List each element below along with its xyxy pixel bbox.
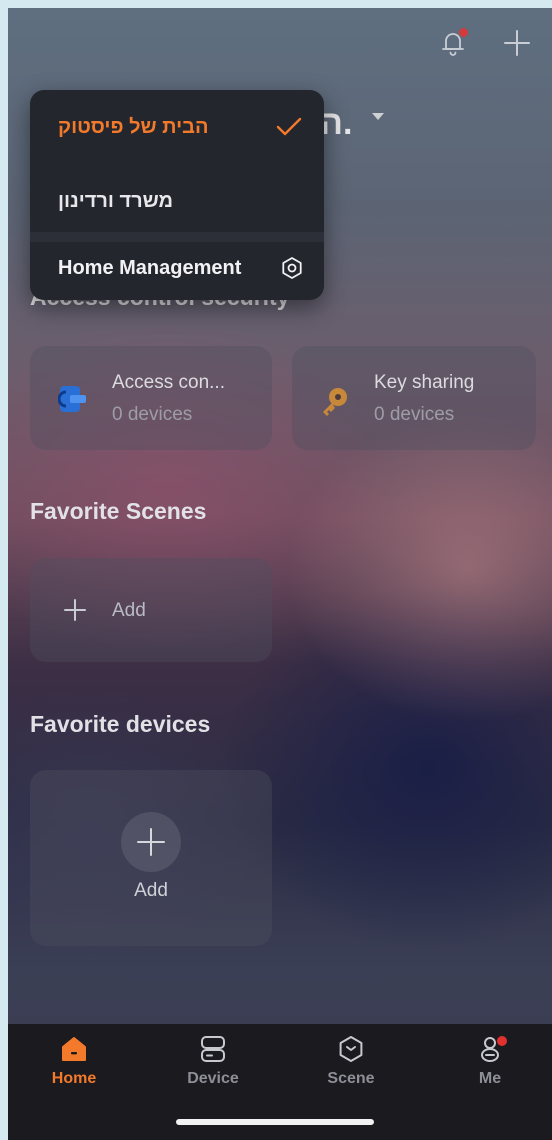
add-device-label: Add [134,880,168,901]
home-option[interactable]: משרד ורדינון [30,168,324,234]
access-control-count: 0 devices [112,404,193,425]
app-screen: ה. Access control security Access con...… [8,8,552,1140]
key-sharing-card[interactable]: Key sharing 0 devices [292,346,536,450]
settings-hexagon-icon [280,256,304,285]
scene-icon [339,1036,363,1062]
tab-device[interactable]: Device [173,1034,253,1088]
home-icon [62,1037,86,1061]
plus-icon [64,599,86,626]
home-option-selected[interactable]: הבית של פיסטוק [30,94,324,160]
add-scene-card[interactable]: Add [30,558,272,662]
access-control-card[interactable]: Access con... 0 devices [30,346,272,450]
check-icon [276,116,302,143]
key-sharing-count: 0 devices [374,404,455,425]
bell-icon[interactable] [436,26,470,60]
tab-home[interactable]: Home [34,1034,114,1088]
device-icon [201,1036,225,1062]
tab-device-label: Device [187,1070,239,1087]
tab-scene-label: Scene [327,1070,375,1087]
access-control-label: Access con... [112,372,225,393]
home-management-item[interactable]: Home Management [30,238,324,298]
tab-scene[interactable]: Scene [311,1034,391,1088]
home-management-label: Home Management [58,256,242,279]
favorite-scenes-title: Favorite Scenes [30,498,207,524]
key-icon [318,384,352,423]
home-option-label: משרד ורדינון [58,189,174,212]
add-button[interactable] [500,26,534,60]
key-sharing-label: Key sharing [374,372,475,393]
tab-me-label: Me [478,1070,502,1087]
home-switcher-dropdown: הבית של פיסטוק משרד ורדינון Home Managem… [30,90,324,300]
favorite-devices-title: Favorite devices [30,711,211,737]
home-option-label: הבית של פיסטוק [58,115,209,138]
home-indicator [176,1119,374,1125]
notification-badge [459,28,468,37]
add-device-card[interactable]: Add [30,770,272,946]
access-control-icon [57,384,88,419]
add-scene-label: Add [112,600,146,621]
tab-home-label: Home [51,1070,97,1087]
chevron-down-icon[interactable] [372,113,384,120]
add-device-circle[interactable] [121,812,181,872]
home-name-title[interactable]: ה. [320,104,352,143]
me-notification-badge [497,1036,507,1046]
plus-icon [137,828,165,856]
tab-me[interactable]: Me [450,1034,530,1088]
